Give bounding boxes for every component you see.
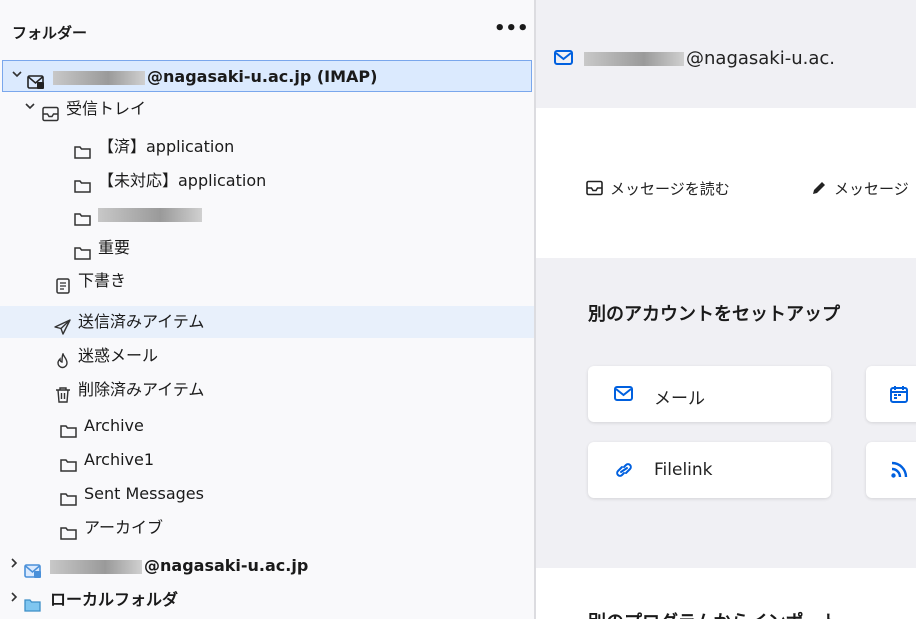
folder-label: 迷惑メール <box>78 346 159 365</box>
account-row-imap[interactable]: @nagasaki-u.ac.jp (IMAP) <box>2 60 532 92</box>
folder-label: 受信トレイ <box>66 99 147 118</box>
account-email: @nagasaki-u.ac.jp (IMAP) <box>147 67 378 86</box>
folder-archive1[interactable]: Archive1 <box>0 444 534 476</box>
account-mail-icon <box>24 558 42 578</box>
account-email-header: @nagasaki-u.ac. <box>686 48 836 69</box>
chevron-right-icon[interactable] <box>6 550 22 582</box>
chevron-right-icon[interactable] <box>6 584 22 616</box>
chevron-down-icon[interactable] <box>9 61 25 93</box>
more-options-icon[interactable]: ••• <box>494 20 529 38</box>
folder-label: Archive1 <box>84 450 155 469</box>
junk-fire-icon <box>54 348 72 369</box>
setup-email-label: メール <box>654 389 705 409</box>
folder-label: 削除済みアイテム <box>78 380 205 399</box>
folder-label: アーカイブ <box>84 518 164 537</box>
account-actions: メッセージを読む メッセージ <box>536 108 916 258</box>
account-header: @nagasaki-u.ac. <box>536 0 916 108</box>
folder-redacted[interactable] <box>0 198 534 230</box>
setup-title: 別のアカウントをセットアップ <box>588 304 840 325</box>
folder-done-application[interactable]: 【済】application <box>0 131 534 163</box>
folder-label: Sent Messages <box>84 484 204 503</box>
folder-drafts[interactable]: 下書き <box>0 265 534 297</box>
local-folders-label: ローカルフォルダ <box>50 590 179 609</box>
setup-filelink-card[interactable]: Filelink <box>588 442 831 498</box>
redacted-folder-name <box>98 207 202 222</box>
chevron-down-icon[interactable] <box>22 93 38 125</box>
folder-icon <box>60 520 78 540</box>
folder-icon <box>60 486 78 506</box>
folder-icon <box>74 173 92 193</box>
folder-deleted[interactable]: 削除済みアイテム <box>0 374 534 406</box>
account-email: @nagasaki-u.ac.jp <box>144 556 309 575</box>
folder-archive-jp[interactable]: アーカイブ <box>0 512 534 544</box>
link-icon <box>616 463 632 477</box>
calendar-icon <box>890 386 908 403</box>
local-folders-row[interactable]: ローカルフォルダ <box>0 584 534 616</box>
folder-label: 下書き <box>78 271 127 290</box>
setup-feeds-card[interactable] <box>866 442 916 498</box>
folder-important[interactable]: 重要 <box>0 232 534 264</box>
folder-label: 【未対応】application <box>98 171 267 190</box>
rss-icon <box>891 461 908 478</box>
folder-inbox[interactable]: 受信トレイ <box>0 93 534 125</box>
setup-section: 別のアカウントをセットアップ メール Filelink <box>536 258 916 568</box>
folder-icon <box>74 139 92 159</box>
folder-icon <box>60 452 78 472</box>
setup-email-card[interactable]: メール <box>588 366 831 422</box>
inbox-icon <box>42 101 60 122</box>
inbox-icon <box>586 180 603 196</box>
folder-pending-application[interactable]: 【未対応】application <box>0 165 534 197</box>
local-folder-icon <box>24 592 42 612</box>
envelope-icon <box>614 386 633 401</box>
folder-pane-title: フォルダー <box>12 24 88 42</box>
folder-label: 送信済みアイテム <box>78 312 205 331</box>
folder-sent-messages[interactable]: Sent Messages <box>0 478 534 510</box>
read-messages-label: メッセージを読む <box>610 180 730 198</box>
redacted-username <box>584 52 684 66</box>
write-message-label: メッセージ <box>834 180 909 198</box>
folder-pane-header: フォルダー ••• <box>0 0 534 50</box>
folder-label: 重要 <box>98 238 131 257</box>
folder-icon <box>74 206 92 226</box>
send-icon <box>54 314 72 335</box>
import-section: 別のプログラムからインポート <box>536 568 916 619</box>
envelope-icon <box>554 50 574 70</box>
read-messages-button[interactable]: メッセージを読む <box>586 178 730 199</box>
folder-icon <box>60 418 78 438</box>
folder-icon <box>74 240 92 260</box>
redacted-username <box>50 559 142 574</box>
write-message-button[interactable]: メッセージ <box>810 178 909 199</box>
redacted-username <box>53 70 145 85</box>
folder-label: Archive <box>84 416 144 435</box>
pencil-icon <box>813 182 825 194</box>
setup-calendar-card[interactable] <box>866 366 916 422</box>
folder-pane: フォルダー ••• @nagasaki-u.ac.jp (IMAP) 受信トレイ… <box>0 0 534 619</box>
drafts-icon <box>54 273 72 294</box>
folder-sent[interactable]: 送信済みアイテム <box>0 306 534 338</box>
account-central-pane: @nagasaki-u.ac. メッセージを読む メッセージ 別のアカウントをセ… <box>536 0 916 619</box>
folder-label: 【済】application <box>98 137 235 156</box>
import-title: 別のプログラムからインポート <box>588 608 839 619</box>
folder-junk[interactable]: 迷惑メール <box>0 340 534 372</box>
trash-icon <box>54 382 72 403</box>
account-mail-icon <box>27 69 45 89</box>
folder-archive[interactable]: Archive <box>0 410 534 442</box>
setup-filelink-label: Filelink <box>654 460 713 480</box>
account-row-2[interactable]: @nagasaki-u.ac.jp <box>0 550 534 582</box>
